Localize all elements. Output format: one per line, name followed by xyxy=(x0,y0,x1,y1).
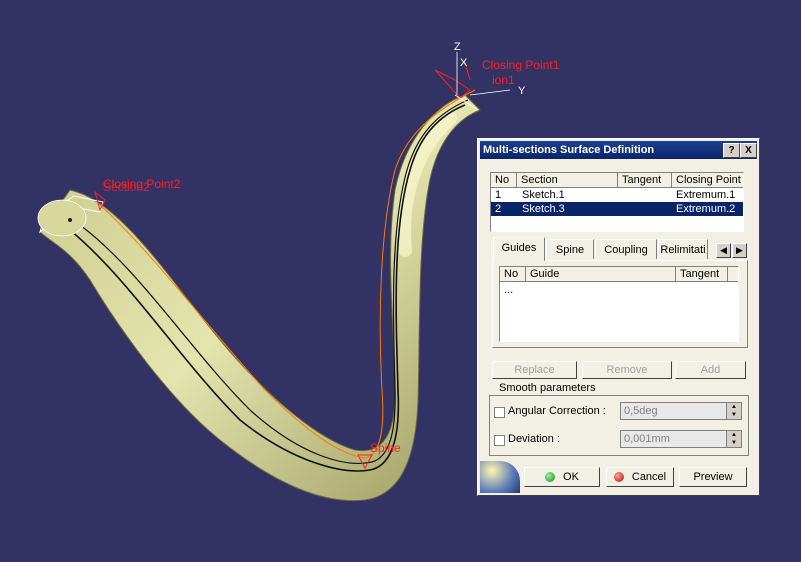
guides-table[interactable]: No Guide Tangent ... xyxy=(499,266,739,342)
axis-y-label: Y xyxy=(518,85,526,97)
guide-col-header-no[interactable]: No xyxy=(500,267,526,282)
dialog-title: Multi-sections Surface Definition xyxy=(483,144,655,156)
remove-button[interactable]: Remove xyxy=(582,361,672,379)
axis-x-label: X xyxy=(460,57,468,69)
deviation-label: Deviation : xyxy=(508,433,560,445)
angular-correction-label: Angular Correction : xyxy=(508,405,606,417)
deviation-input[interactable]: 0,001mm ▲ ▼ xyxy=(620,430,742,448)
dialog-titlebar[interactable]: Multi-sections Surface Definition ? X xyxy=(480,141,757,159)
col-header-section[interactable]: Section xyxy=(517,173,618,188)
angular-correction-input[interactable]: 0,5deg ▲ ▼ xyxy=(620,402,742,420)
tab-spine[interactable]: Spine xyxy=(546,239,594,259)
axis-z-label: Z xyxy=(454,41,461,53)
ok-button[interactable]: OK xyxy=(524,467,600,487)
replace-button[interactable]: Replace xyxy=(492,361,577,379)
ok-icon xyxy=(545,472,556,483)
add-button[interactable]: Add xyxy=(675,361,746,379)
label-section-1: ion1 xyxy=(492,73,515,87)
preview-button[interactable]: Preview xyxy=(679,467,747,487)
guide-col-header-guide[interactable]: Guide xyxy=(526,267,676,282)
cancel-icon xyxy=(613,472,624,483)
guide-col-header-extra xyxy=(728,267,738,282)
catia-logo-icon xyxy=(480,461,520,493)
sections-table[interactable]: No Section Tangent Closing Point 1 Sketc… xyxy=(490,172,744,232)
help-button[interactable]: ? xyxy=(723,143,740,158)
cancel-button[interactable]: Cancel xyxy=(606,467,674,487)
guide-col-header-tangent[interactable]: Tangent xyxy=(676,267,728,282)
list-item[interactable]: ... xyxy=(500,283,738,297)
col-header-tangent[interactable]: Tangent xyxy=(618,173,672,188)
smooth-parameters-title: Smooth parameters xyxy=(496,382,599,394)
deviation-checkbox[interactable] xyxy=(494,435,505,446)
tab-coupling[interactable]: Coupling xyxy=(595,239,657,259)
angular-correction-checkbox[interactable] xyxy=(494,407,505,418)
table-row[interactable]: 1 Sketch.1 Extremum.1 xyxy=(491,188,743,202)
label-section-2: Section2 xyxy=(103,180,150,194)
deviation-spinner-icon[interactable]: ▲ ▼ xyxy=(726,431,741,447)
tab-scroll-right-icon[interactable]: ▶ xyxy=(732,243,747,258)
table-row-selected[interactable]: 2 Sketch.3 Extremum.2 xyxy=(491,202,743,216)
label-spine: Spine xyxy=(370,441,401,455)
guides-tab-panel: No Guide Tangent ... xyxy=(492,260,748,348)
col-header-closing-point[interactable]: Closing Point xyxy=(672,173,743,188)
col-header-no[interactable]: No xyxy=(491,173,517,188)
tab-guides[interactable]: Guides xyxy=(493,237,545,261)
angular-spinner-icon[interactable]: ▲ ▼ xyxy=(726,403,741,419)
tab-scroll-left-icon[interactable]: ◀ xyxy=(716,243,731,258)
tube-end-cap xyxy=(37,199,87,237)
close-button[interactable]: X xyxy=(740,143,757,158)
tab-relimitation[interactable]: Relimitati xyxy=(658,239,708,259)
multi-sections-dialog: Multi-sections Surface Definition ? X No… xyxy=(477,138,760,496)
label-closing-point-1: Closing Point1 xyxy=(482,58,560,72)
